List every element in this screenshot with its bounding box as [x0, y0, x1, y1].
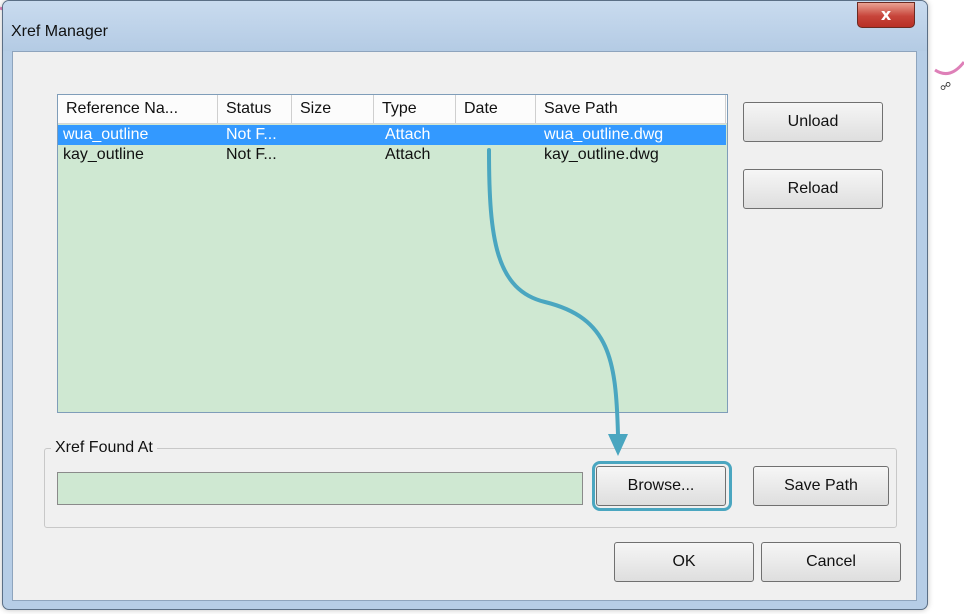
column-reference-name[interactable]: Reference Na... [58, 95, 218, 123]
xref-found-at-field[interactable] [57, 472, 583, 505]
cell-type: Attach [385, 146, 431, 163]
column-type[interactable]: Type [374, 95, 456, 123]
list-header: Reference Na... Status Size Type Date Sa… [58, 95, 727, 124]
dialog-client-area: Reference Na... Status Size Type Date Sa… [12, 51, 917, 601]
reload-button[interactable]: Reload [743, 169, 883, 209]
cancel-button[interactable]: Cancel [761, 542, 901, 582]
close-icon: x [880, 5, 892, 24]
save-path-button[interactable]: Save Path [753, 466, 889, 506]
cell-status: Not F... [226, 126, 277, 143]
column-save-path[interactable]: Save Path [536, 95, 726, 123]
ok-button[interactable]: OK [614, 542, 754, 582]
title-bar[interactable]: Xref Manager x [3, 1, 927, 51]
xref-found-at-label: Xref Found At [51, 439, 157, 457]
browse-highlight-annotation [592, 461, 732, 511]
cell-status: Not F... [226, 146, 277, 163]
window-title: Xref Manager [11, 23, 108, 40]
cell-save-path: kay_outline.dwg [544, 146, 659, 163]
cell-reference-name: kay_outline [63, 146, 144, 163]
desktop-glyph-icon: ☍ [940, 80, 952, 93]
cell-reference-name: wua_outline [63, 126, 149, 143]
cell-save-path: wua_outline.dwg [544, 126, 664, 143]
unload-button[interactable]: Unload [743, 102, 883, 142]
xref-manager-dialog: Xref Manager x Reference Na... Status Si… [2, 0, 928, 610]
cell-type: Attach [385, 126, 431, 143]
list-row-wua-outline[interactable]: wua_outline Not F... Attach wua_outline.… [58, 125, 726, 145]
list-row-kay-outline[interactable]: kay_outline Not F... Attach kay_outline.… [58, 145, 726, 165]
column-size[interactable]: Size [292, 95, 374, 123]
close-button[interactable]: x [857, 2, 915, 28]
column-date[interactable]: Date [456, 95, 536, 123]
column-status[interactable]: Status [218, 95, 292, 123]
xref-list[interactable]: Reference Na... Status Size Type Date Sa… [57, 94, 728, 413]
